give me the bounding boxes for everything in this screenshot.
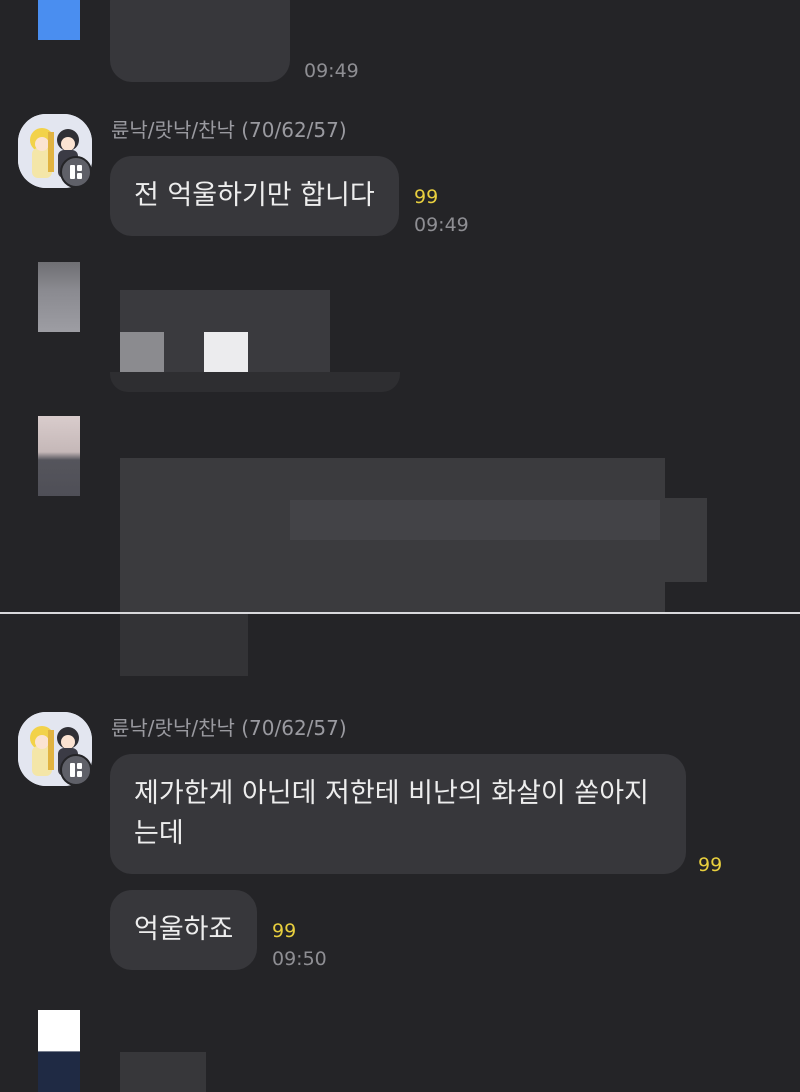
unread-count: 99 xyxy=(272,920,297,942)
message-time: 09:50 xyxy=(272,948,327,970)
sender-name: 륜낙/랏낙/찬낙 (70/62/57) xyxy=(111,118,347,142)
profile-badge-icon xyxy=(60,754,92,786)
blurred-content xyxy=(665,498,707,582)
blurred-message-bubble xyxy=(110,0,290,82)
blurred-content xyxy=(120,332,164,374)
blurred-content xyxy=(204,332,248,374)
blurred-avatar xyxy=(38,262,80,332)
blurred-avatar xyxy=(38,0,80,40)
blurred-avatar xyxy=(38,1010,80,1092)
unread-count: 99 xyxy=(414,186,439,208)
blurred-content xyxy=(110,372,400,392)
blurred-content xyxy=(120,1052,206,1092)
sender-name: 륜낙/랏낙/찬낙 (70/62/57) xyxy=(111,716,347,740)
unread-count: 99 xyxy=(698,854,723,876)
message-time: 09:49 xyxy=(304,60,359,82)
profile-badge-icon xyxy=(60,156,92,188)
message-time: 09:49 xyxy=(414,214,469,236)
blurred-content xyxy=(120,614,248,676)
blurred-content xyxy=(290,500,660,540)
message-bubble[interactable]: 억울하죠 xyxy=(110,890,258,970)
blurred-avatar xyxy=(38,416,80,496)
message-bubble[interactable]: 제가한게 아닌데 저한테 비난의 화살이 쏟아지 는데 xyxy=(110,754,686,874)
message-bubble[interactable]: 전 억울하기만 합니다 xyxy=(110,156,399,236)
